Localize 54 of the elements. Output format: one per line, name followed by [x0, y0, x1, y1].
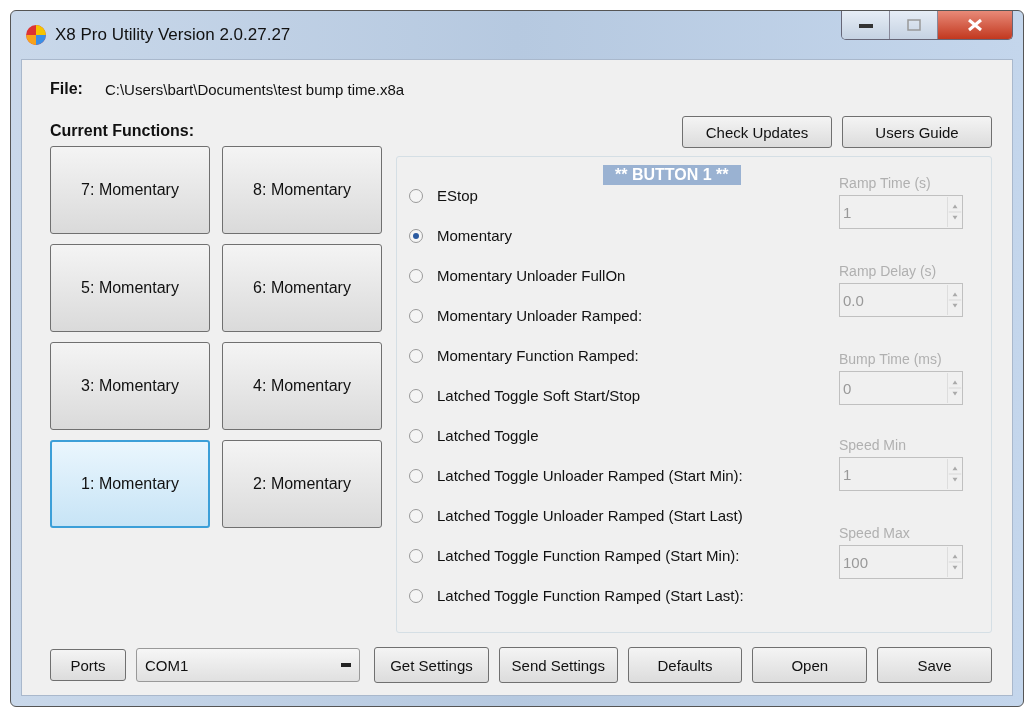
function-button[interactable]: 7: Momentary [50, 146, 210, 234]
close-icon [965, 18, 985, 32]
ports-button[interactable]: Ports [50, 649, 126, 681]
setting-label: Bump Time (ms) [839, 351, 943, 367]
mode-label[interactable]: Latched Toggle Soft Start/Stop [437, 387, 641, 404]
app-icon [25, 24, 47, 46]
mode-label[interactable]: Momentary [437, 227, 513, 244]
function-button[interactable]: 4: Momentary [222, 342, 382, 430]
function-button[interactable]: 5: Momentary [50, 244, 210, 332]
setting-label: Ramp Time (s) [839, 175, 932, 191]
mode-label[interactable]: Latched Toggle Unloader Ramped (Start Last) [437, 507, 743, 524]
function-button[interactable]: 8: Momentary [222, 146, 382, 234]
setting-label: Speed Max [839, 525, 911, 541]
setting-label: Speed Min [839, 437, 907, 453]
check-updates-button[interactable]: Check Updates [682, 116, 832, 148]
section-label: Current Functions: [50, 122, 194, 140]
mode-label[interactable]: Latched Toggle Unloader Ramped (Start Min): [437, 467, 743, 484]
radio-button[interactable] [409, 468, 423, 483]
action-button[interactable]: Defaults [627, 647, 743, 683]
close-button[interactable] [938, 11, 1012, 39]
window-title: X8 Pro Utility Version 2.0.27.27 [55, 25, 291, 45]
action-button[interactable]: Save [877, 647, 993, 683]
mode-label[interactable]: Momentary Unloader Ramped: [437, 307, 643, 324]
minimize-button[interactable] [842, 11, 890, 39]
port-dropdown[interactable]: COM1 [135, 648, 361, 682]
users-guide-button[interactable]: Users Guide [842, 116, 992, 148]
mode-label[interactable]: Latched Toggle Function Ramped (Start Last): [437, 587, 744, 604]
file-path: C:\Users\bart\Documents\test bump time.x8a [104, 80, 405, 98]
mode-label[interactable]: EStop [437, 187, 478, 204]
button-heading: ** BUTTON 1 ** [603, 165, 741, 185]
dropdown-icon [341, 663, 352, 667]
radio-button[interactable] [409, 428, 423, 443]
setting-label: Ramp Delay (s) [839, 263, 938, 279]
radio-button[interactable] [409, 388, 423, 403]
function-button[interactable]: 6: Momentary [222, 244, 382, 332]
radio-button[interactable] [409, 188, 423, 203]
radio-button[interactable] [409, 228, 423, 243]
radio-button[interactable] [409, 348, 423, 363]
radio-button[interactable] [409, 508, 423, 523]
radio-button[interactable] [409, 268, 423, 283]
file-label: File: [50, 80, 83, 98]
mode-label[interactable]: Latched Toggle [437, 427, 539, 444]
mode-label[interactable]: Momentary Function Ramped: [437, 347, 639, 364]
mode-label[interactable]: Latched Toggle Function Ramped (Start Min): [437, 547, 740, 564]
radio-button[interactable] [409, 308, 423, 323]
function-button[interactable]: 2: Momentary [222, 440, 382, 528]
action-button[interactable]: Send Settings [498, 647, 618, 683]
mode-label[interactable]: Momentary Unloader FullOn [437, 267, 626, 284]
function-button[interactable]: 1: Momentary [50, 440, 210, 528]
action-button[interactable]: Get Settings [374, 647, 489, 683]
action-button[interactable]: Open [752, 647, 868, 683]
radio-button[interactable] [409, 588, 423, 603]
radio-button[interactable] [409, 548, 423, 563]
function-button[interactable]: 3: Momentary [50, 342, 210, 430]
